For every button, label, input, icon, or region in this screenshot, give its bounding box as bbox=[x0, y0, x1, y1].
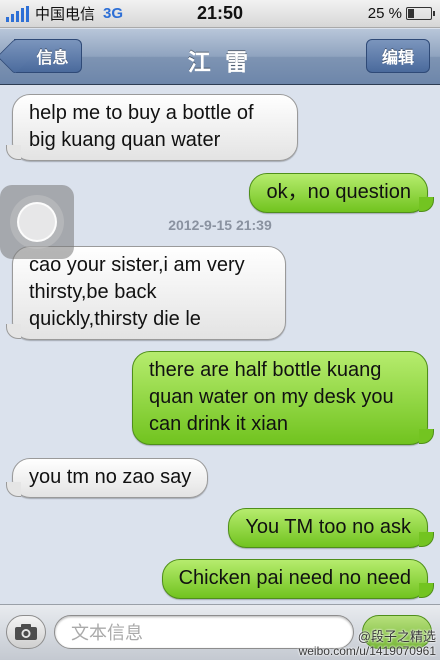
assistive-touch-ring bbox=[10, 195, 64, 249]
navigation-bar: 信息 江 雷 编辑 bbox=[0, 29, 440, 85]
watermark-account: @段子之精选 bbox=[357, 629, 436, 644]
message-bubble-outgoing[interactable]: there are half bottle kuang quan water o… bbox=[132, 351, 434, 445]
camera-button[interactable] bbox=[6, 615, 46, 649]
battery-fill bbox=[408, 9, 414, 18]
signal-bars-icon bbox=[6, 5, 29, 22]
watermark: @段子之精选 weibo.com/u/1419070961 bbox=[298, 629, 436, 659]
battery-icon bbox=[406, 7, 435, 20]
message-bubble-outgoing[interactable]: Chicken pai need no need bbox=[161, 559, 435, 599]
status-bar: 中国电信 3G 21:50 25 % bbox=[0, 0, 440, 28]
back-button[interactable]: 信息 bbox=[14, 39, 82, 73]
contact-name-title: 江 雷 bbox=[187, 49, 253, 75]
back-button-label: 信息 bbox=[36, 50, 69, 67]
assistive-touch-button[interactable] bbox=[0, 185, 74, 259]
message-input-placeholder: 文本信息 bbox=[71, 623, 143, 643]
message-bubble-outgoing[interactable]: ok，no question bbox=[249, 173, 434, 213]
edit-button[interactable]: 编辑 bbox=[366, 39, 430, 73]
message-bubble-incoming[interactable]: you tm no zao say bbox=[5, 458, 209, 498]
message-bubble-incoming[interactable]: help me to buy a bottle of big kuang qua… bbox=[6, 94, 298, 161]
camera-icon bbox=[15, 624, 37, 640]
battery-percent: 25 % bbox=[367, 5, 402, 22]
battery-indicator: 25 % bbox=[367, 5, 435, 22]
assistive-touch-core bbox=[17, 202, 57, 242]
carrier-name: 中国电信 bbox=[35, 6, 96, 23]
message-bubble-outgoing[interactable]: You TM too no ask bbox=[228, 508, 434, 548]
watermark-url: weibo.com/u/1419070961 bbox=[298, 644, 436, 658]
message-bubble-incoming[interactable]: cao your sister,i am very thirsty,be bac… bbox=[6, 246, 286, 340]
network-type: 3G bbox=[103, 5, 124, 22]
message-input-bar: 文本信息 @段子之精选 weibo.com/u/1419070961 bbox=[0, 604, 440, 660]
